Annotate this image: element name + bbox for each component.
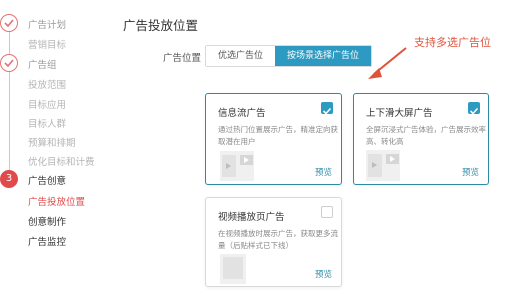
card-description-line: 全屏沉浸式广告体验，广告展示效率: [366, 125, 486, 134]
placement-label: 广告位置: [163, 53, 202, 64]
preview-link[interactable]: 预览: [315, 268, 332, 280]
card-title: 上下滑大屏广告: [366, 108, 433, 119]
annotation-arrow-icon: [368, 47, 407, 79]
play-icon: [372, 162, 377, 168]
ad-thumbnail: [220, 151, 254, 181]
step-ad-monitoring[interactable]: 广告监控: [28, 234, 66, 248]
checkbox-unchecked[interactable]: [321, 206, 333, 218]
checkbox-checked[interactable]: [468, 102, 480, 115]
play-icon: [244, 157, 249, 163]
step-budget-schedule[interactable]: 预算和排期: [28, 135, 76, 149]
step-optimization-billing[interactable]: 优化目标和计费: [28, 154, 95, 168]
step-ad-plan[interactable]: 广告计划: [28, 17, 66, 31]
play-icon: [226, 163, 231, 169]
step-ad-creative[interactable]: 广告创意: [28, 173, 66, 187]
step-target-app[interactable]: 目标应用: [28, 97, 66, 111]
check-icon: [0, 14, 18, 32]
card-description: 通过热门位置展示广告，精准定向获 取潜在用户: [218, 124, 338, 148]
card-description: 全屏沉浸式广告体验，广告展示效率 高、转化高: [366, 124, 486, 148]
ad-thumbnail: [366, 150, 400, 181]
step-number-badge: 3: [0, 170, 18, 188]
card-description-line: 取潜在用户: [218, 137, 256, 146]
step-marketing-goal[interactable]: 营销目标: [28, 37, 66, 51]
card-description-line: 量（后贴样式已下线）: [218, 241, 293, 250]
card-description: 在视频播放时展示广告，获取更多流 量（后贴样式已下线）: [218, 228, 338, 252]
card-description-line: 在视频播放时展示广告，获取更多流: [218, 229, 338, 238]
play-icon: [390, 156, 395, 162]
card-feed-ad[interactable]: 信息流广告 通过热门位置展示广告，精准定向获 取潜在用户 预览: [205, 93, 342, 185]
step-delivery-scope[interactable]: 投放范围: [28, 77, 66, 91]
step-creative-production[interactable]: 创意制作: [28, 214, 66, 228]
preview-link[interactable]: 预览: [462, 166, 479, 178]
step-connector: [9, 30, 10, 54]
scene-placement-option[interactable]: 按场景选择广告位: [275, 46, 372, 66]
step-target-audience[interactable]: 目标人群: [28, 116, 66, 130]
card-description-line: 通过热门位置展示广告，精准定向获: [218, 125, 338, 134]
preview-link[interactable]: 预览: [315, 166, 332, 178]
ad-thumbnail: [220, 254, 246, 284]
card-title: 视频播放页广告: [218, 212, 285, 223]
multi-select-annotation: 支持多选广告位: [414, 36, 491, 49]
check-icon: [0, 54, 18, 72]
step-ad-group[interactable]: 广告组: [28, 57, 57, 71]
page-title: 广告投放位置: [123, 18, 199, 33]
placement-toggle: 优选广告位 按场景选择广告位: [205, 45, 373, 67]
check-icon: [469, 107, 479, 115]
check-icon: [322, 107, 332, 115]
step-navigator: 广告计划 营销目标 广告组 投放范围 目标应用 目标人群 预算和排期 优化目标和…: [0, 0, 110, 298]
card-title: 信息流广告: [218, 108, 266, 119]
step-ad-placement[interactable]: 广告投放位置: [28, 194, 85, 208]
card-description-line: 高、转化高: [366, 137, 404, 146]
step-connector: [9, 70, 10, 170]
checkbox-checked[interactable]: [321, 102, 333, 115]
preferred-placement-option[interactable]: 优选广告位: [206, 46, 276, 66]
card-vertical-fullscreen-ad[interactable]: 上下滑大屏广告 全屏沉浸式广告体验，广告展示效率 高、转化高 预览: [353, 93, 489, 185]
card-video-playback-ad[interactable]: 视频播放页广告 在视频播放时展示广告，获取更多流 量（后贴样式已下线） 预览: [205, 197, 342, 287]
